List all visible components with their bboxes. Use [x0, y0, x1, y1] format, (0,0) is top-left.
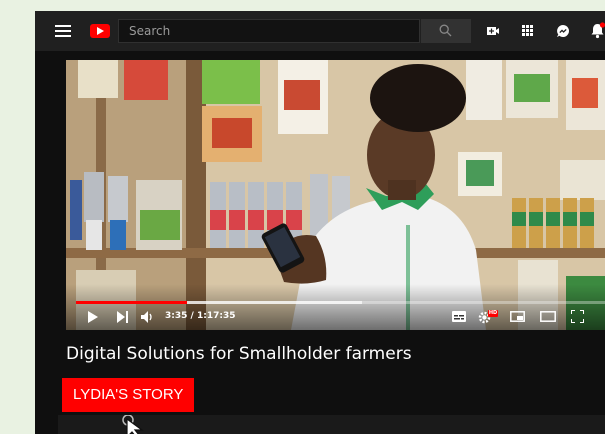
hd-badge: HD	[488, 310, 498, 317]
time-display: 3:35 / 1:17:35	[165, 311, 235, 321]
mouse-cursor-icon	[122, 415, 144, 434]
search-button[interactable]	[421, 19, 471, 43]
miniplayer-icon[interactable]	[510, 311, 525, 322]
lydias-story-button[interactable]: LYDIA'S STORY	[62, 378, 195, 412]
duration: 1:17:35	[196, 311, 236, 321]
apps-grid-icon[interactable]	[521, 24, 534, 37]
next-icon[interactable]	[117, 311, 129, 323]
video-title: Digital Solutions for Smallholder farmer…	[66, 344, 412, 364]
controls-gradient	[66, 284, 605, 330]
progress-bar[interactable]	[76, 301, 605, 304]
messages-icon[interactable]	[556, 24, 570, 38]
youtube-player-window: 3:35 / 1:17:35 HD Digital Solutions for …	[35, 11, 605, 434]
top-bar	[35, 11, 605, 51]
volume-icon[interactable]	[141, 311, 155, 323]
subtitles-icon[interactable]	[452, 311, 466, 322]
search-input[interactable]	[118, 19, 420, 43]
video-frame[interactable]: 3:35 / 1:17:35 HD	[66, 60, 605, 330]
fullscreen-icon[interactable]	[571, 310, 584, 323]
video-camera-icon[interactable]	[486, 24, 500, 38]
hamburger-menu-icon[interactable]	[55, 25, 71, 37]
theater-mode-icon[interactable]	[540, 311, 556, 322]
current-time: 3:35	[165, 311, 188, 321]
play-icon[interactable]	[87, 311, 99, 323]
search-icon	[439, 24, 452, 37]
progress-played	[76, 301, 188, 304]
bell-icon[interactable]	[590, 22, 605, 39]
time-separator: /	[187, 311, 197, 321]
youtube-logo-icon[interactable]	[90, 24, 110, 38]
